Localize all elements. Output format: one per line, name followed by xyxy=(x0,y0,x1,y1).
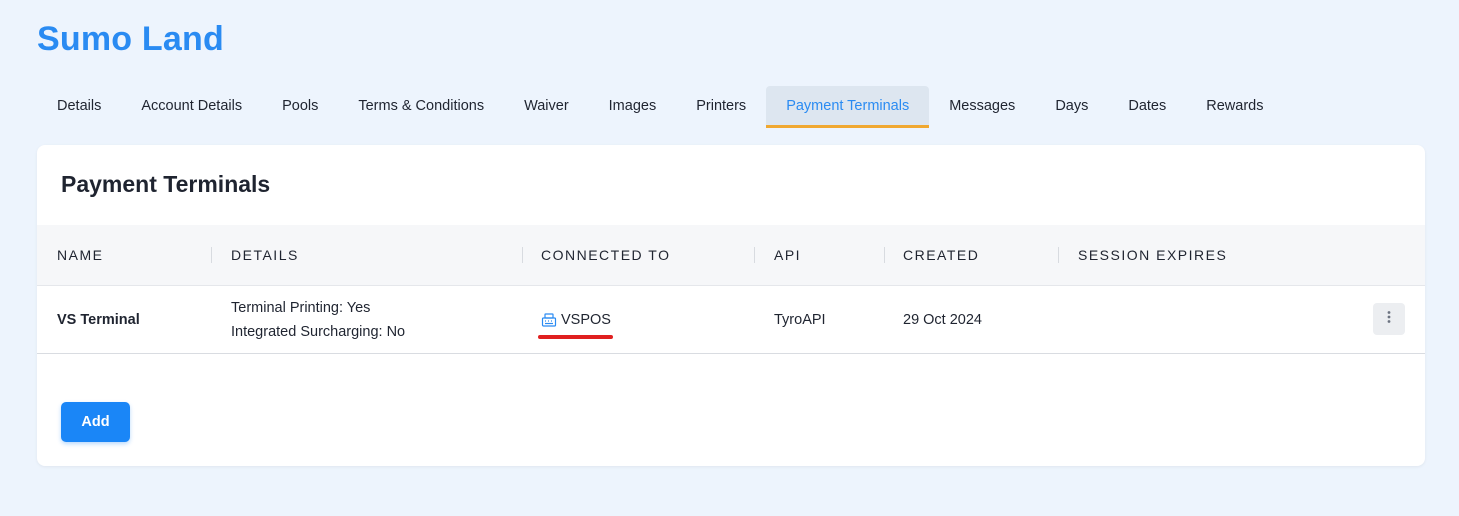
add-terminal-button[interactable]: Add xyxy=(61,402,130,442)
tab-images[interactable]: Images xyxy=(589,86,677,128)
tab-days[interactable]: Days xyxy=(1035,86,1108,128)
column-header-api[interactable]: API xyxy=(774,225,801,285)
tab-payment-terminals[interactable]: Payment Terminals xyxy=(766,86,930,128)
tab-terms-conditions[interactable]: Terms & Conditions xyxy=(338,86,504,128)
column-divider xyxy=(522,247,523,263)
tab-details[interactable]: Details xyxy=(37,86,121,128)
column-divider xyxy=(1058,247,1059,263)
column-header-name[interactable]: NAME xyxy=(57,225,103,285)
table-row[interactable]: VS Terminal Terminal Printing: Yes Integ… xyxy=(37,286,1425,354)
terminal-name: VS Terminal xyxy=(57,311,140,328)
column-header-session-expires[interactable]: SESSION EXPIRES xyxy=(1078,225,1227,285)
tab-printers[interactable]: Printers xyxy=(676,86,766,128)
tab-pools[interactable]: Pools xyxy=(262,86,338,128)
tab-dates[interactable]: Dates xyxy=(1108,86,1186,128)
more-vertical-icon xyxy=(1387,310,1391,329)
tab-rewards[interactable]: Rewards xyxy=(1186,86,1283,128)
highlight-underline-mark xyxy=(538,335,613,339)
row-actions-button[interactable] xyxy=(1373,303,1405,335)
tab-bar: Details Account Details Pools Terms & Co… xyxy=(37,86,1283,128)
cash-register-icon xyxy=(541,312,557,328)
page-title: Sumo Land xyxy=(37,20,224,58)
column-header-connected-to[interactable]: CONNECTED TO xyxy=(541,225,671,285)
tab-account-details[interactable]: Account Details xyxy=(121,86,262,128)
column-header-created[interactable]: CREATED xyxy=(903,225,979,285)
created-cell: 29 Oct 2024 xyxy=(903,311,982,328)
api-cell: TyroAPI xyxy=(774,311,826,328)
column-divider xyxy=(211,247,212,263)
connected-to-link[interactable]: VSPOS xyxy=(561,312,611,328)
connected-to-cell: VSPOS xyxy=(541,286,611,353)
tab-waiver[interactable]: Waiver xyxy=(504,86,589,128)
column-divider xyxy=(884,247,885,263)
payment-terminals-card: Payment Terminals NAME DETAILS CONNECTED… xyxy=(37,145,1425,466)
column-divider xyxy=(754,247,755,263)
column-header-details[interactable]: DETAILS xyxy=(231,225,299,285)
table-header: NAME DETAILS CONNECTED TO API CREATED SE… xyxy=(37,225,1425,286)
terminal-printing-detail: Terminal Printing: Yes xyxy=(231,299,371,316)
section-title: Payment Terminals xyxy=(61,171,271,197)
integrated-surcharging-detail: Integrated Surcharging: No xyxy=(231,323,406,340)
tab-messages[interactable]: Messages xyxy=(929,86,1035,128)
terminal-details: Terminal Printing: Yes Integrated Surcha… xyxy=(231,286,405,353)
